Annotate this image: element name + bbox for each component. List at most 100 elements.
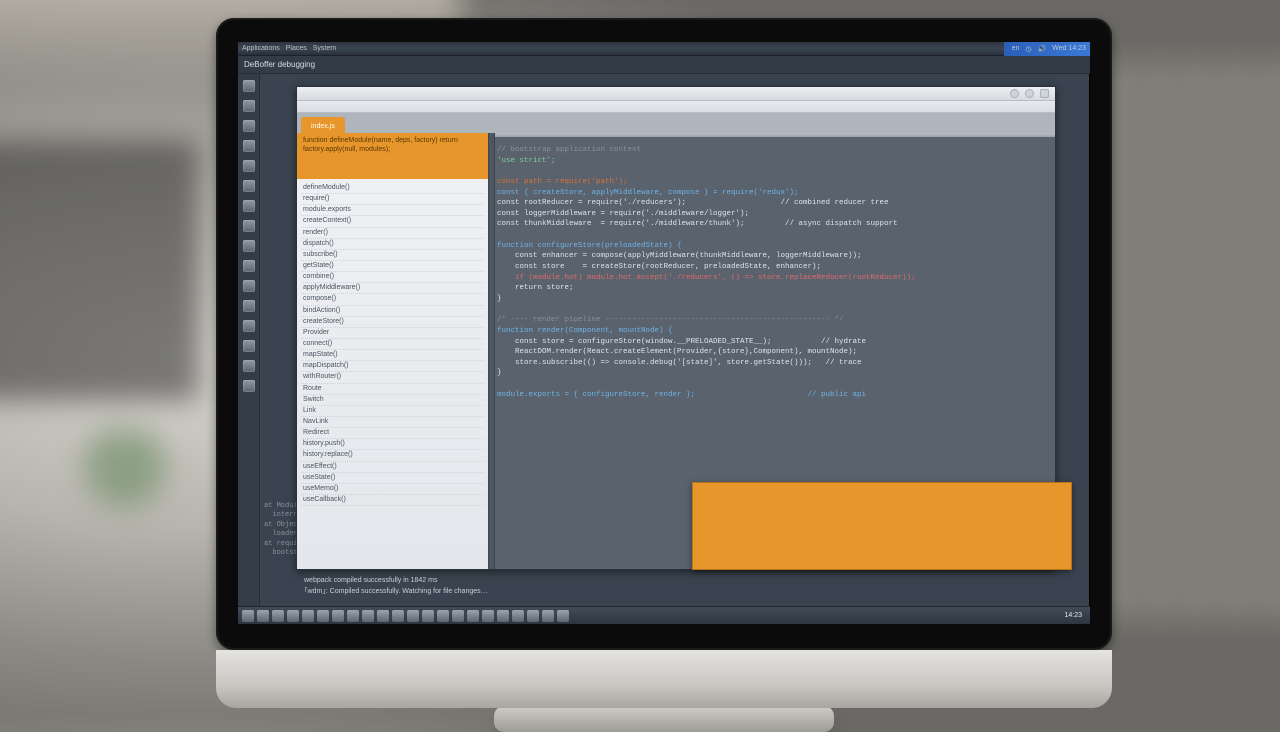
dock-app-icon[interactable] [243,120,255,132]
outline-item[interactable]: createContext() [301,216,484,227]
symbol-outline[interactable]: defineModule()require()module.exportscre… [297,179,488,569]
taskbar-app-icon[interactable] [497,610,509,622]
output-line: ｢wdm｣: Compiled successfully. Watching f… [304,587,1048,598]
outline-item[interactable]: applyMiddleware() [301,283,484,294]
taskbar-clock[interactable]: 14:23 [1064,612,1082,619]
outline-item[interactable]: compose() [301,294,484,305]
taskbar-app-icon[interactable] [362,610,374,622]
outline-item[interactable]: Link [301,406,484,417]
dock-app-icon[interactable] [243,160,255,172]
editor-titlebar[interactable] [297,87,1055,101]
dock-app-icon[interactable] [243,100,255,112]
outline-item[interactable]: bindAction() [301,306,484,317]
line-gutter[interactable] [489,133,495,569]
dock-app-icon[interactable] [243,260,255,272]
editor-tabstrip[interactable]: index.js [297,113,1055,133]
dock-app-icon[interactable] [243,360,255,372]
outline-item[interactable]: withRouter() [301,372,484,383]
taskbar-app-icon[interactable] [272,610,284,622]
outline-item[interactable]: module.exports [301,205,484,216]
dock-app-icon[interactable] [243,300,255,312]
minimize-icon[interactable] [1010,89,1019,98]
outline-item[interactable]: combine() [301,272,484,283]
os-menu-item[interactable]: System [313,45,336,52]
dock-app-icon[interactable] [243,200,255,212]
taskbar-app-icon[interactable] [512,610,524,622]
build-output: webpack compiled successfully in 1842 ms… [296,570,1056,597]
os-dock[interactable] [238,74,260,606]
editor-ruler [495,133,1055,137]
outline-item[interactable]: Route [301,384,484,395]
maximize-icon[interactable] [1025,89,1034,98]
sidebar-banner: function defineModule(name, deps, factor… [297,133,488,179]
outline-item[interactable]: subscribe() [301,250,484,261]
outline-item[interactable]: render() [301,228,484,239]
outline-item[interactable]: NavLink [301,417,484,428]
outline-item[interactable]: dispatch() [301,239,484,250]
outline-item[interactable]: mapState() [301,350,484,361]
editor-sidebar[interactable]: function defineModule(name, deps, factor… [297,133,489,569]
desktop-screen: Applications Places System en ◷ 🔊 Wed 14… [238,42,1090,624]
taskbar-app-icon[interactable] [377,610,389,622]
dock-app-icon[interactable] [243,340,255,352]
outline-item[interactable]: defineModule() [301,183,484,194]
outline-item[interactable]: require() [301,194,484,205]
taskbar-app-icon[interactable] [407,610,419,622]
outline-item[interactable]: history.replace() [301,450,484,461]
outline-item[interactable]: history.push() [301,439,484,450]
taskbar-app-icon[interactable] [452,610,464,622]
os-indicator[interactable]: ◷ [1025,45,1031,53]
outline-item[interactable]: getState() [301,261,484,272]
dock-app-icon[interactable] [243,240,255,252]
app-title: DeBoffer debugging [244,60,315,69]
dock-app-icon[interactable] [243,80,255,92]
outline-item[interactable]: Switch [301,395,484,406]
taskbar-app-icon[interactable] [257,610,269,622]
output-line: webpack compiled successfully in 1842 ms [304,576,1048,587]
os-taskbar[interactable]: 14:23 [238,606,1090,624]
outline-item[interactable]: useCallback() [301,495,484,506]
taskbar-app-icon[interactable] [287,610,299,622]
os-clock[interactable]: Wed 14:23 [1052,45,1086,52]
taskbar-app-icon[interactable] [542,610,554,622]
editor-tab-active[interactable]: index.js [301,117,345,133]
monitor-stand [494,706,834,732]
taskbar-app-icon[interactable] [527,610,539,622]
outline-item[interactable]: connect() [301,339,484,350]
dock-app-icon[interactable] [243,380,255,392]
dock-app-icon[interactable] [243,320,255,332]
app-titlebar: DeBoffer debugging [238,56,1090,74]
outline-item[interactable]: useState() [301,473,484,484]
taskbar-app-icon[interactable] [242,610,254,622]
outline-item[interactable]: Provider [301,328,484,339]
taskbar-app-icon[interactable] [332,610,344,622]
editor-toolbar[interactable] [297,101,1055,113]
os-indicator[interactable]: 🔊 [1038,45,1047,53]
taskbar-app-icon[interactable] [482,610,494,622]
outline-item[interactable]: Redirect [301,428,484,439]
outline-item[interactable]: createStore() [301,317,484,328]
dock-app-icon[interactable] [243,180,255,192]
outline-item[interactable]: useMemo() [301,484,484,495]
dock-app-icon[interactable] [243,220,255,232]
taskbar-app-icon[interactable] [467,610,479,622]
outline-item[interactable]: useEffect() [301,462,484,473]
taskbar-app-icon[interactable] [392,610,404,622]
taskbar-app-icon[interactable] [302,610,314,622]
os-menu-item[interactable]: Places [286,45,307,52]
taskbar-app-icon[interactable] [557,610,569,622]
taskbar-app-icon[interactable] [317,610,329,622]
close-icon[interactable] [1040,89,1049,98]
outline-item[interactable]: mapDispatch() [301,361,484,372]
code-area[interactable]: // bootstrap application context 'use st… [497,145,1049,400]
dock-app-icon[interactable] [243,280,255,292]
taskbar-app-icon[interactable] [422,610,434,622]
taskbar-app-icon[interactable] [437,610,449,622]
notification-panel[interactable] [692,482,1072,570]
taskbar-app-icon[interactable] [347,610,359,622]
os-indicator[interactable]: en [1012,45,1020,52]
os-menu-item[interactable]: Applications [242,45,280,52]
os-top-panel[interactable]: Applications Places System en ◷ 🔊 Wed 14… [238,42,1090,56]
monitor-bezel: Applications Places System en ◷ 🔊 Wed 14… [216,18,1112,650]
dock-app-icon[interactable] [243,140,255,152]
